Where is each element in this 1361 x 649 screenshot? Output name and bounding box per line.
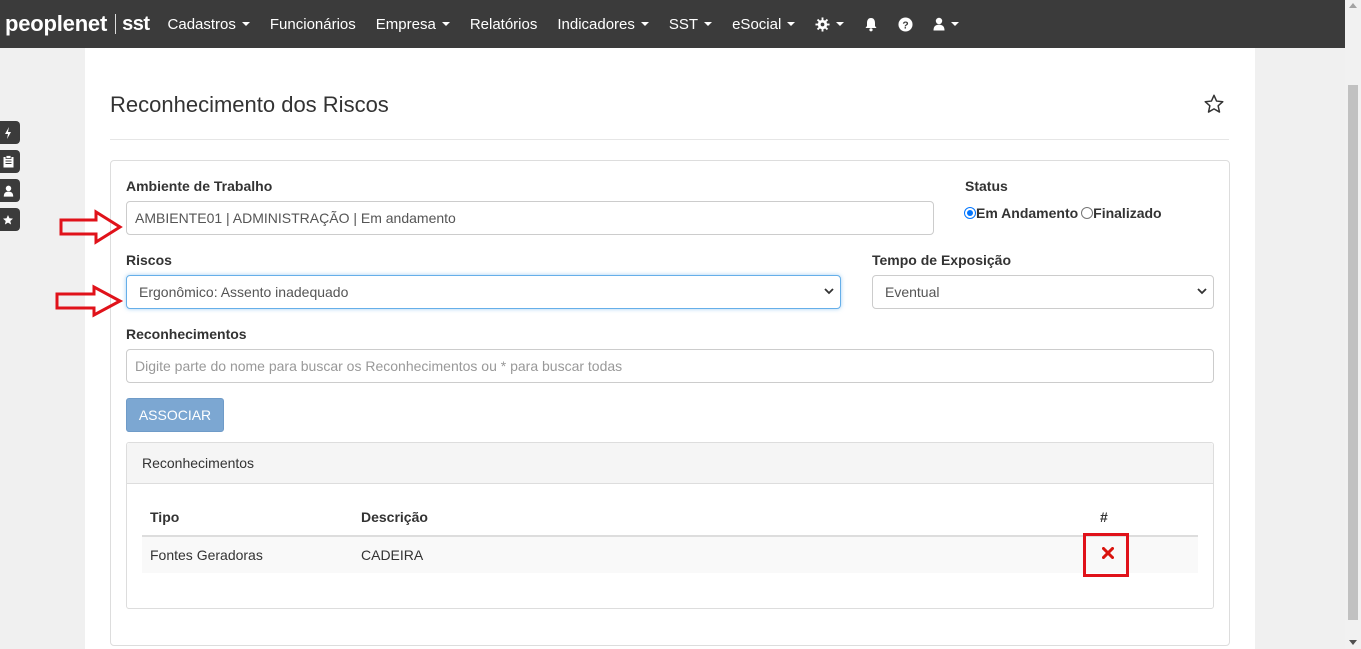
page-title: Reconhecimento dos Riscos [110,92,389,117]
table-panel-heading: Reconhecimentos [127,443,1213,484]
status-finalizado-label[interactable]: Finalizado [1093,205,1161,221]
riscos-select[interactable]: Ergonômico: Assento inadequado [126,275,841,309]
nav-relatorios-label: Relatórios [469,15,538,33]
nav-funcionarios[interactable]: Funcionários [260,0,366,48]
riscos-value: Ergonômico: Assento inadequado [139,284,349,300]
logo-divider [115,14,117,34]
page-scrollbar[interactable] [1345,0,1361,649]
table-row: Fontes Geradoras CADEIRA [142,537,1198,573]
logo[interactable]: peoplenet sst [0,0,150,48]
caret-down-icon [640,22,649,26]
nav-cadastros[interactable]: Cadastros [158,0,260,48]
favorite-star-icon[interactable] [1203,93,1225,115]
nav-indicadores[interactable]: Indicadores [547,0,659,48]
nav-cadastros-label: Cadastros [167,15,236,33]
cell-descricao: CADEIRA [361,547,424,563]
status-radio-group: Em Andamento Finalizado [964,205,1162,221]
caret-down-icon [951,22,960,26]
nav-relatorios[interactable]: Relatórios [460,0,548,48]
associar-button[interactable]: ASSOCIAR [126,398,224,432]
tempo-label: Tempo de Exposição [872,252,1011,268]
star-icon [3,214,13,224]
scroll-up-arrow-icon[interactable] [1349,3,1357,8]
ambiente-input[interactable]: AMBIENTE01 | ADMINISTRAÇÃO | Em andament… [126,201,934,235]
tempo-value: Eventual [885,284,940,300]
nav-esocial[interactable]: eSocial [722,0,805,48]
reconhecimentos-label: Reconhecimentos [126,326,247,342]
col-header-tipo: Tipo [150,509,180,525]
svg-text:?: ? [903,20,909,31]
tempo-select[interactable]: Eventual [872,275,1214,309]
form-panel: Ambiente de Trabalho AMBIENTE01 | ADMINI… [110,160,1230,646]
col-header-actions: # [1100,509,1108,525]
user-icon [933,17,945,31]
reconhecimentos-placeholder: Digite parte do nome para buscar os Reco… [135,358,623,374]
side-quick-action[interactable] [0,121,20,144]
status-em-andamento-label[interactable]: Em Andamento [976,205,1078,221]
chevron-down-icon [824,288,834,295]
scroll-down-arrow-icon[interactable] [1349,640,1357,645]
scrollbar-thumb[interactable] [1348,85,1358,620]
ambiente-value: AMBIENTE01 | ADMINISTRAÇÃO | Em andament… [135,210,456,226]
col-header-descricao: Descrição [361,509,428,525]
bolt-icon [5,126,11,139]
nav-user[interactable] [923,0,969,48]
logo-subtext: sst [122,12,150,35]
nav-help[interactable]: ? [888,0,923,48]
nav-sst-label: SST [668,15,699,33]
annotation-arrow-riscos [55,284,124,318]
annotation-highlight-delete [1083,533,1129,577]
gear-icon [815,16,830,32]
clipboard-icon [3,155,13,168]
side-quick-tasks[interactable] [0,150,20,173]
nav-funcionarios-label: Funcionários [269,15,356,33]
status-label: Status [965,178,1008,194]
nav-notifications[interactable] [854,0,888,48]
logo-text: peoplenet [5,11,108,36]
table-panel-title: Reconhecimentos [142,455,255,471]
caret-down-icon [787,22,796,26]
riscos-label: Riscos [126,252,172,268]
caret-down-icon [441,22,450,26]
help-icon: ? [898,16,913,32]
top-navbar: peoplenet sst Cadastros Funcionários Emp… [0,0,1345,48]
side-quick-favorites[interactable] [0,208,20,231]
bell-icon [865,17,877,31]
caret-down-icon [704,22,713,26]
nav-settings[interactable] [805,0,854,48]
main-content: Reconhecimento dos Riscos Ambiente de Tr… [85,48,1255,649]
status-em-andamento-radio[interactable] [964,207,976,219]
ambiente-label: Ambiente de Trabalho [126,178,273,194]
nav-empresa[interactable]: Empresa [366,0,460,48]
caret-down-icon [241,22,250,26]
nav-empresa-label: Empresa [375,15,436,33]
title-divider [110,139,1229,140]
nav-indicadores-label: Indicadores [557,15,635,33]
user-icon [3,185,13,197]
side-quick-profile[interactable] [0,179,20,202]
reconhecimentos-table-panel: Reconhecimentos Tipo Descrição # Fontes … [126,442,1214,609]
chevron-down-icon [1197,288,1207,295]
nav-esocial-label: eSocial [732,15,782,33]
annotation-arrow-ambiente [59,209,123,245]
cell-tipo: Fontes Geradoras [150,547,263,563]
reconhecimentos-search-input[interactable]: Digite parte do nome para buscar os Reco… [126,349,1214,383]
nav-sst[interactable]: SST [659,0,722,48]
status-finalizado-radio[interactable] [1081,207,1094,219]
caret-down-icon [836,22,845,26]
